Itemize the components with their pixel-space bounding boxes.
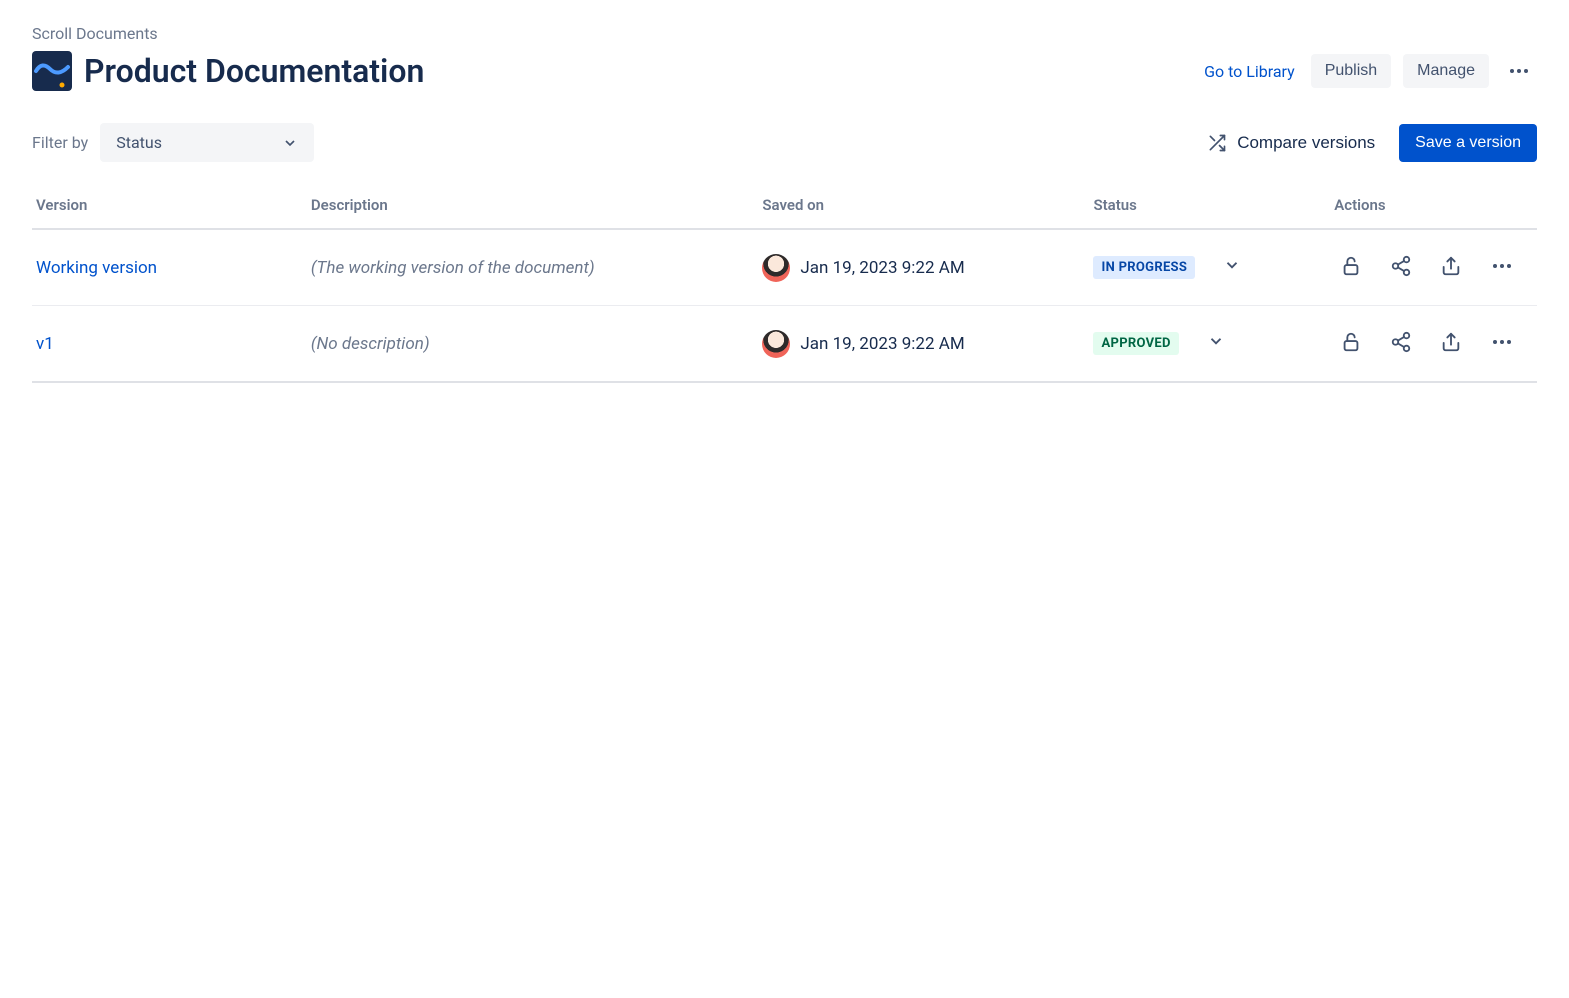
- version-description: (No description): [311, 334, 430, 354]
- page-title: Product Documentation: [84, 52, 424, 90]
- more-actions-button[interactable]: [1501, 53, 1537, 89]
- document-icon: [32, 51, 72, 91]
- avatar[interactable]: [762, 254, 790, 282]
- status-filter-select[interactable]: Status: [100, 123, 314, 162]
- table-row: Working version (The working version of t…: [32, 229, 1537, 306]
- lock-button[interactable]: [1334, 325, 1368, 362]
- share-icon: [1390, 255, 1412, 280]
- col-version: Version: [32, 186, 303, 229]
- lock-icon: [1340, 255, 1362, 280]
- versions-table: Version Description Saved on Status Acti…: [32, 186, 1537, 383]
- save-version-button[interactable]: Save a version: [1399, 124, 1537, 162]
- more-horizontal-icon: [1507, 59, 1531, 83]
- status-filter-value: Status: [116, 133, 162, 152]
- status-cell: APPROVED: [1093, 332, 1318, 355]
- avatar[interactable]: [762, 330, 790, 358]
- share-button[interactable]: [1384, 249, 1418, 286]
- share-button[interactable]: [1384, 325, 1418, 362]
- col-description: Description: [303, 186, 755, 229]
- lock-icon: [1340, 331, 1362, 356]
- more-horizontal-icon: [1490, 254, 1514, 281]
- status-cell: IN PROGRESS: [1093, 256, 1318, 279]
- row-more-button[interactable]: [1484, 324, 1520, 363]
- publish-button[interactable]: Publish: [1311, 54, 1391, 88]
- table-header-row: Version Description Saved on Status Acti…: [32, 186, 1537, 229]
- saved-on-text: Jan 19, 2023 9:22 AM: [800, 258, 964, 278]
- header-actions: Go to Library Publish Manage: [1200, 53, 1537, 89]
- status-badge: IN PROGRESS: [1093, 256, 1195, 279]
- version-link[interactable]: v1: [36, 334, 54, 354]
- row-more-button[interactable]: [1484, 248, 1520, 287]
- actions-cell: [1334, 248, 1529, 287]
- more-horizontal-icon: [1490, 330, 1514, 357]
- version-link[interactable]: Working version: [36, 258, 157, 278]
- title-group: Product Documentation: [32, 51, 424, 91]
- breadcrumb[interactable]: Scroll Documents: [32, 24, 1537, 43]
- table-row: v1 (No description) Jan 19, 2023 9:22 AM AP…: [32, 306, 1537, 383]
- header: Product Documentation Go to Library Publ…: [32, 51, 1537, 91]
- saved-cell: Jan 19, 2023 9:22 AM: [762, 254, 1077, 282]
- compare-versions-button[interactable]: Compare versions: [1207, 133, 1375, 153]
- go-to-library-link[interactable]: Go to Library: [1200, 54, 1299, 89]
- shuffle-icon: [1207, 133, 1227, 153]
- actions-cell: [1334, 324, 1529, 363]
- col-status: Status: [1085, 186, 1326, 229]
- filter-row: Filter by Status Compare versions Save a…: [32, 123, 1537, 162]
- export-icon: [1440, 331, 1462, 356]
- filter-right: Compare versions Save a version: [1207, 124, 1537, 162]
- filter-left: Filter by Status: [32, 123, 314, 162]
- saved-on-text: Jan 19, 2023 9:22 AM: [800, 334, 964, 354]
- status-dropdown[interactable]: [1223, 256, 1241, 279]
- export-button[interactable]: [1434, 249, 1468, 286]
- chevron-down-icon: [282, 135, 298, 151]
- share-icon: [1390, 331, 1412, 356]
- export-button[interactable]: [1434, 325, 1468, 362]
- manage-button[interactable]: Manage: [1403, 54, 1489, 88]
- status-badge: APPROVED: [1093, 332, 1178, 355]
- status-dropdown[interactable]: [1207, 332, 1225, 355]
- col-saved-on: Saved on: [754, 186, 1085, 229]
- saved-cell: Jan 19, 2023 9:22 AM: [762, 330, 1077, 358]
- export-icon: [1440, 255, 1462, 280]
- col-actions: Actions: [1326, 186, 1537, 229]
- compare-versions-label: Compare versions: [1237, 133, 1375, 153]
- version-description: (The working version of the document): [311, 258, 595, 278]
- lock-button[interactable]: [1334, 249, 1368, 286]
- filter-label: Filter by: [32, 133, 88, 152]
